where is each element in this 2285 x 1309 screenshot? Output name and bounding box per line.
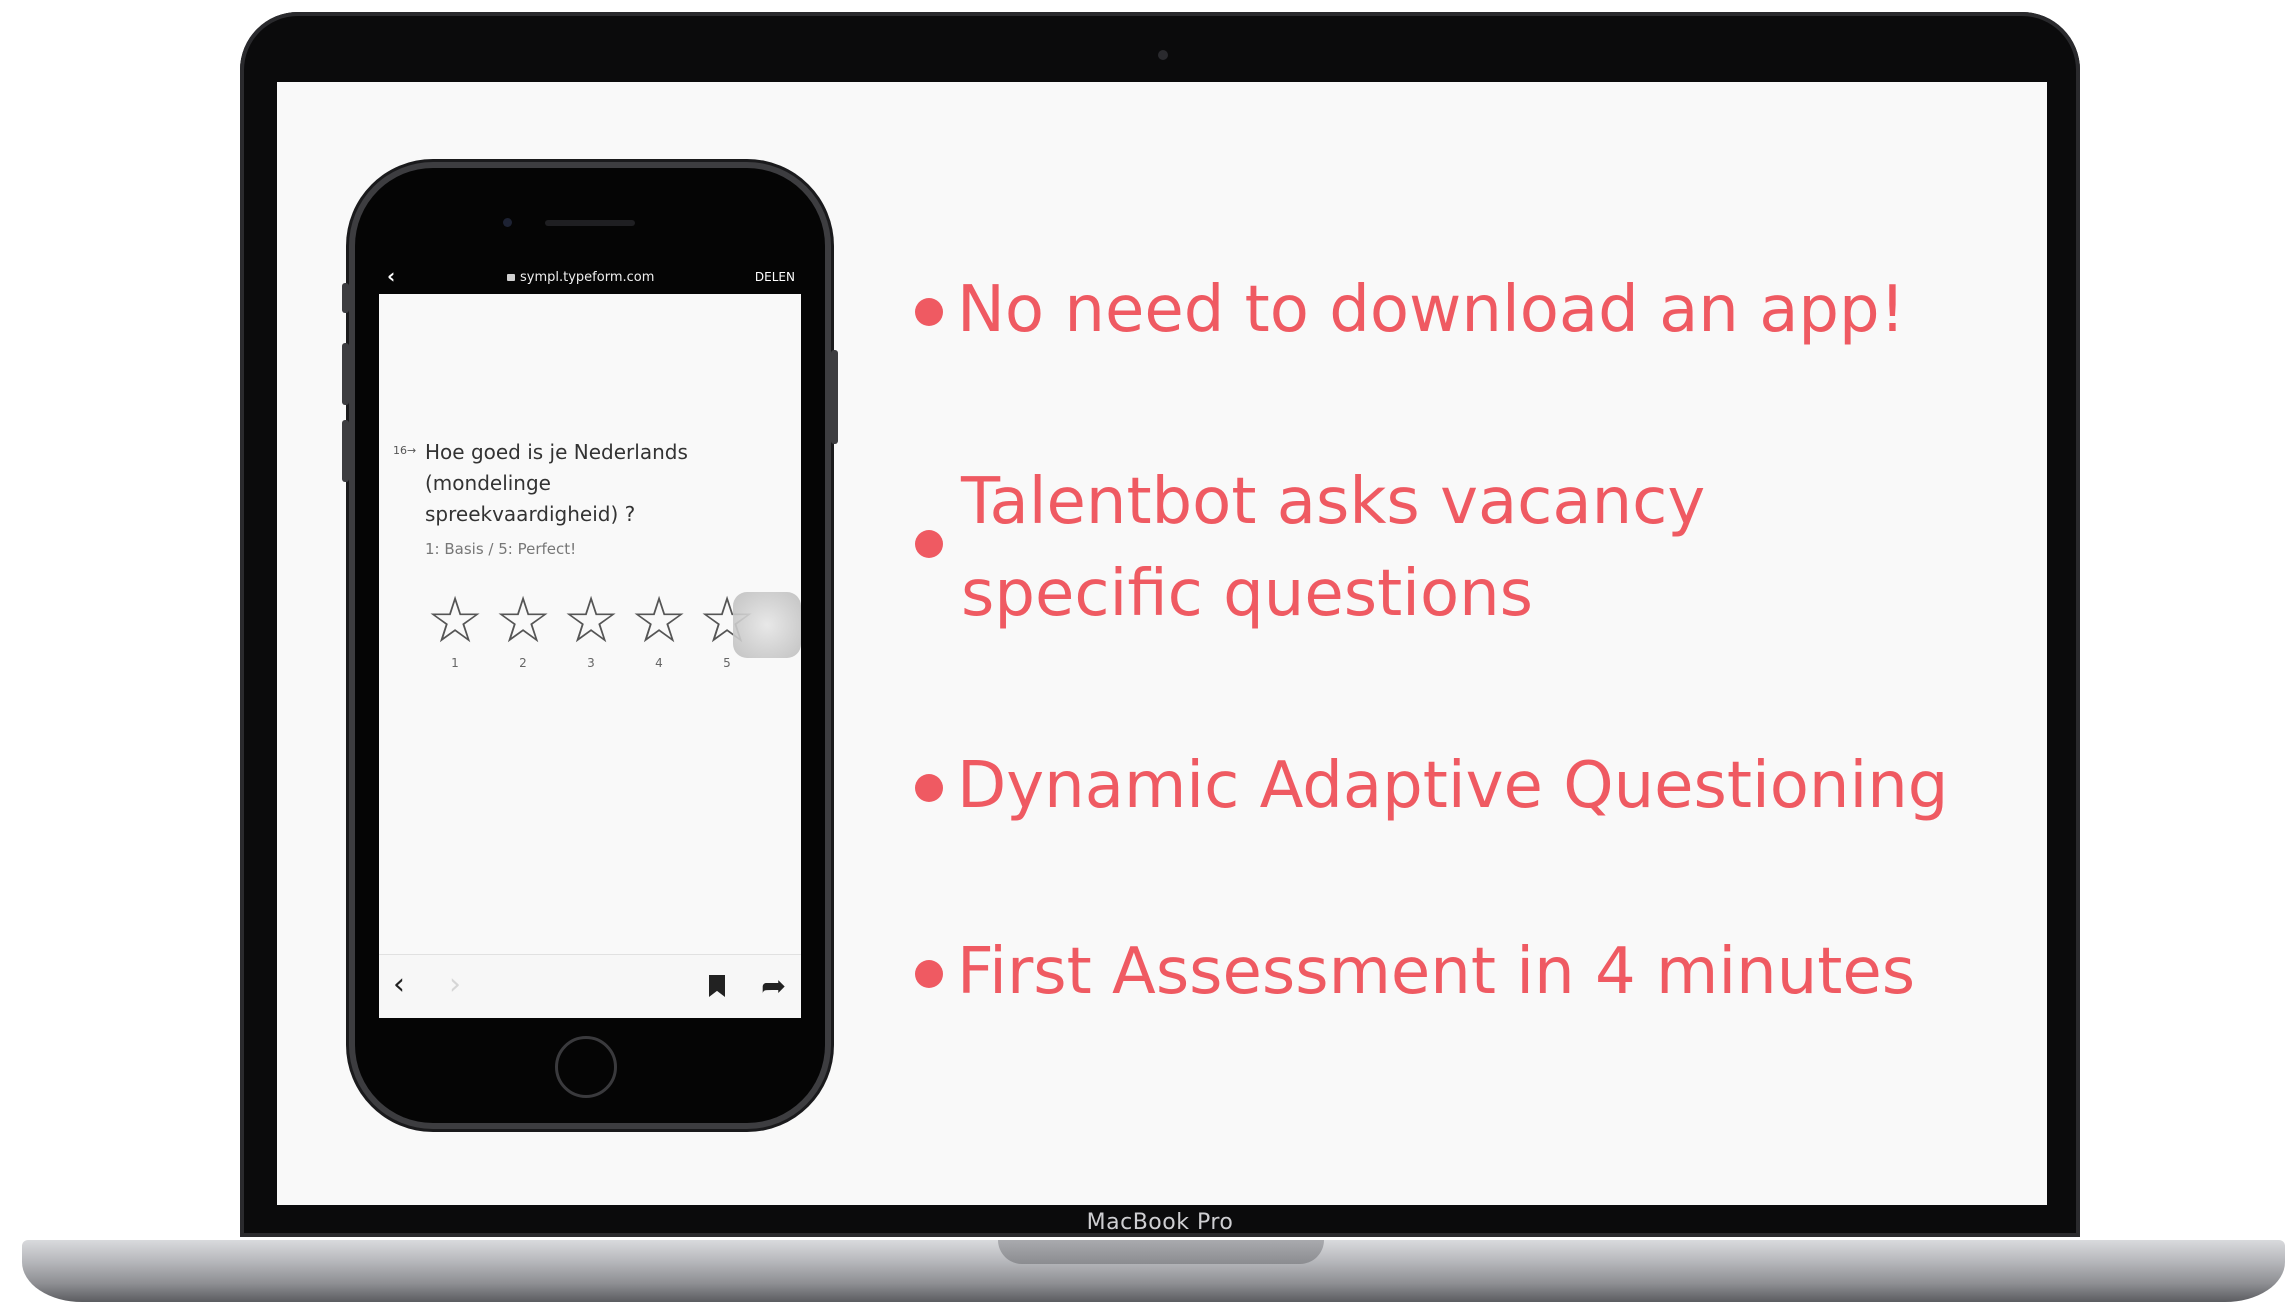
lock-icon xyxy=(507,274,515,281)
browser-bottom-toolbar: ‹ › ➦ xyxy=(379,954,801,1018)
star-number: 3 xyxy=(587,656,595,670)
phone-mockup: 16→ Hoe goed is je Nederlands (mondeling… xyxy=(342,168,838,1123)
url-text: sympl.typeform.com xyxy=(520,270,655,285)
chevron-left-icon[interactable]: ‹ xyxy=(387,264,395,288)
home-button[interactable] xyxy=(555,1036,617,1098)
star-number: 5 xyxy=(723,656,731,670)
share-button[interactable]: DELEN xyxy=(755,270,795,284)
feature-text: No need to download an app! xyxy=(957,273,1906,347)
question-hint: 1: Basis / 5: Perfect! xyxy=(425,540,577,558)
feature-line: specific questions xyxy=(961,557,1533,631)
phone-volume-up xyxy=(342,343,349,405)
star-icon: ☆ xyxy=(562,584,620,658)
phone-screen: 16→ Hoe goed is je Nederlands (mondeling… xyxy=(379,294,801,1018)
star-number: 1 xyxy=(451,656,459,670)
phone-mute-switch xyxy=(342,283,349,313)
question-number: 16→ xyxy=(393,444,417,457)
feature-text: Talentbot asks vacancy specific question… xyxy=(961,456,1705,640)
feature-text: First Assessment in 4 minutes xyxy=(957,935,1916,1009)
phone-power-button xyxy=(831,350,838,444)
rating-star-2[interactable]: ☆ 2 xyxy=(489,586,557,670)
phone-speaker xyxy=(545,220,635,226)
star-icon: ☆ xyxy=(494,584,552,658)
star-number: 2 xyxy=(519,656,527,670)
rating-star-4[interactable]: ☆ 4 xyxy=(625,586,693,670)
bullet-dot xyxy=(915,960,943,988)
rating-star-1[interactable]: ☆ 1 xyxy=(421,586,489,670)
question-line: (mondelinge xyxy=(425,471,551,495)
phone-front-camera xyxy=(503,218,512,227)
share-icon[interactable]: ➦ xyxy=(761,969,786,1004)
star-icon: ☆ xyxy=(630,584,688,658)
feature-text: Dynamic Adaptive Questioning xyxy=(957,749,1949,823)
rating-star-3[interactable]: ☆ 3 xyxy=(557,586,625,670)
laptop-brand-label: MacBook Pro xyxy=(1086,1210,1234,1235)
forward-arrow-icon[interactable]: › xyxy=(449,967,461,1002)
bullet-dot xyxy=(915,774,943,802)
laptop-base-notch xyxy=(998,1240,1324,1264)
phone-volume-down xyxy=(342,420,349,482)
back-arrow-icon[interactable]: ‹ xyxy=(393,967,405,1002)
star-icon: ☆ xyxy=(426,584,484,658)
question-text: Hoe goed is je Nederlands (mondelinge sp… xyxy=(425,437,755,530)
laptop-camera xyxy=(1158,50,1168,60)
browser-bar xyxy=(379,294,801,326)
feature-line: Talentbot asks vacancy xyxy=(961,465,1706,539)
star-number: 4 xyxy=(655,656,663,670)
star-rating: ☆ 1 ☆ 2 ☆ 3 ☆ 4 ☆ 5 xyxy=(421,586,771,676)
browser-address-bar: ‹ sympl.typeform.com DELEN xyxy=(379,262,801,294)
bullet-dot xyxy=(915,298,943,326)
bookmark-icon[interactable] xyxy=(709,975,725,997)
assistive-touch-button[interactable] xyxy=(733,592,801,658)
bullet-dot xyxy=(915,530,943,558)
url-display[interactable]: sympl.typeform.com xyxy=(507,270,654,285)
question-line: Hoe goed is je Nederlands xyxy=(425,440,688,464)
question-line: spreekvaardigheid) ? xyxy=(425,502,636,526)
